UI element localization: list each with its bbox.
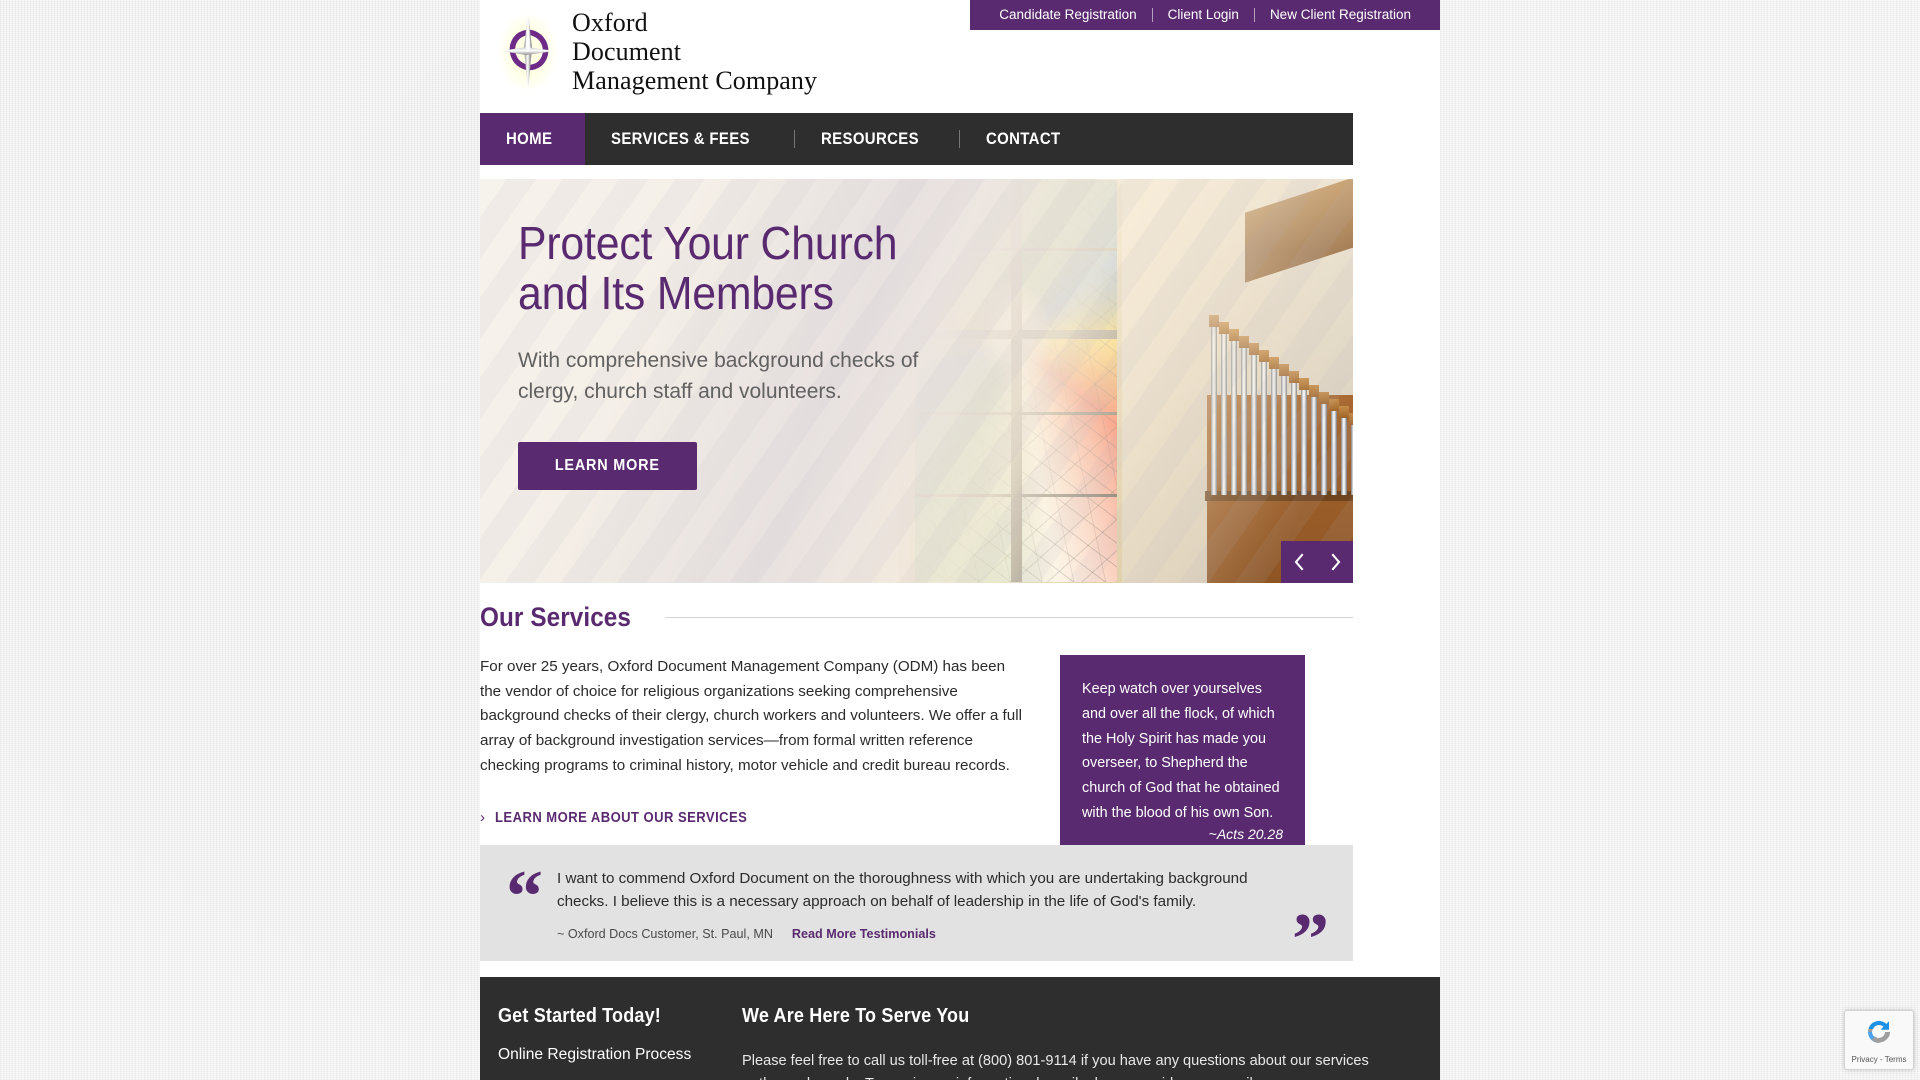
scripture-callout: Keep watch over yourselves and over all …: [1060, 655, 1305, 866]
hero-image-stained-glass: [898, 179, 1353, 583]
logo-line-1: Oxford: [572, 8, 648, 37]
utility-link-candidate-registration[interactable]: Candidate Registration: [984, 0, 1151, 30]
site-logo[interactable]: Oxford Document Management Company: [497, 8, 817, 95]
window-mullion-horizontal: [915, 330, 1117, 339]
scripture-body: Keep watch over yourselves and over all …: [1082, 681, 1280, 821]
organ-pipes: [1205, 305, 1353, 495]
footer-link-online-registration-process[interactable]: Online Registration Process: [498, 1046, 742, 1064]
services-copy: For over 25 years, Oxford Document Manag…: [480, 655, 1060, 866]
window-mullion-horizontal: [915, 494, 1117, 497]
chevron-right-icon: ›: [480, 809, 486, 827]
services-learn-more-link[interactable]: › LEARN MORE ABOUT OUR SERVICES: [480, 809, 775, 826]
nav-item-home-label: HOME: [506, 129, 553, 148]
testimonial-author: ~ Oxford Docs Customer, St. Paul, MN: [557, 926, 773, 941]
testimonial-block: “ I want to commend Oxford Document on t…: [480, 845, 1353, 977]
services-body: For over 25 years, Oxford Document Manag…: [480, 655, 1353, 866]
services-section: Our Services For over 25 years, Oxford D…: [480, 602, 1353, 866]
utility-link-client-login[interactable]: Client Login: [1153, 0, 1254, 30]
nav-item-contact[interactable]: CONTACT: [960, 113, 1097, 165]
recaptcha-label: Privacy - Terms: [1851, 1054, 1907, 1064]
nav-item-contact-label: CONTACT: [985, 129, 1061, 148]
testimonial-text: I want to commend Oxford Document on the…: [557, 870, 1248, 911]
hero-title-line-2: and Its Members: [518, 266, 834, 319]
logo-line-3: Management Company: [572, 66, 818, 96]
utility-nav: Candidate Registration Client Login New …: [970, 0, 1440, 30]
footer-heading-serve-you: We Are Here To Serve You: [742, 1005, 970, 1027]
stained-glass-panes: [915, 180, 1117, 582]
utility-link-new-client-registration[interactable]: New Client Registration: [1255, 0, 1426, 30]
testimonial-body: I want to commend Oxford Document on the…: [557, 867, 1327, 943]
services-heading-row: Our Services: [480, 602, 1353, 633]
quote-open-icon: “: [506, 856, 543, 938]
nav-item-services-and-fees[interactable]: SERVICES & FEES: [585, 113, 795, 165]
hero-title-line-1: Protect Your Church: [518, 217, 898, 269]
window-mullion-horizontal: [915, 248, 1117, 251]
page-wrapper: Candidate Registration Client Login New …: [480, 0, 1440, 1080]
logo-wordmark: Oxford Document Management Company: [572, 8, 817, 95]
quote-close-icon: ”: [1292, 898, 1329, 981]
services-paragraph: For over 25 years, Oxford Document Manag…: [480, 658, 1022, 774]
hero-learn-more-button[interactable]: LEARN MORE: [518, 442, 697, 491]
read-more-testimonials-link[interactable]: Read More Testimonials: [792, 927, 936, 941]
logo-line-2: Document: [572, 37, 682, 67]
services-learn-more-label: LEARN MORE ABOUT OUR SERVICES: [494, 809, 747, 826]
testimonial-meta: ~ Oxford Docs Customer, St. Paul, MN Rea…: [557, 927, 1327, 941]
chevron-left-icon[interactable]: [1281, 541, 1317, 583]
nav-item-resources-label: RESOURCES: [821, 129, 920, 148]
hero-subtitle: With comprehensive background checks of …: [518, 349, 919, 404]
site-footer: Get Started Today! Online Registration P…: [480, 977, 1440, 1080]
scripture-citation: ~Acts 20.28: [1208, 825, 1283, 842]
footer-heading-get-started: Get Started Today!: [498, 1005, 661, 1027]
recaptcha-badge[interactable]: Privacy - Terms: [1844, 1010, 1914, 1070]
scripture-text: Keep watch over yourselves and over all …: [1082, 677, 1283, 846]
heading-rule: [664, 617, 1353, 618]
chevron-right-icon[interactable]: [1317, 541, 1353, 583]
nav-item-home[interactable]: HOME: [480, 113, 585, 165]
content-area: Candidate Registration Client Login New …: [480, 0, 1440, 977]
nav-item-services-and-fees-label: SERVICES & FEES: [610, 129, 750, 148]
services-heading: Our Services: [480, 602, 632, 632]
hero-content: Protect Your Church and Its Members With…: [518, 217, 938, 491]
hero-learn-more-label: LEARN MORE: [554, 457, 660, 475]
compass-star-logo-icon: [497, 10, 559, 94]
main-navigation: HOME SERVICES & FEES RESOURCES CONTACT: [480, 113, 1353, 165]
slider-controls: [1281, 541, 1353, 583]
stained-glass-window: [910, 179, 1122, 583]
footer-paragraph: Please feel free to call us toll-free at…: [742, 1053, 1369, 1080]
nav-item-resources[interactable]: RESOURCES: [795, 113, 958, 165]
window-mullion-vertical: [1011, 180, 1022, 582]
hero-slider: Protect Your Church and Its Members With…: [480, 179, 1353, 583]
recaptcha-icon: [1864, 1017, 1894, 1052]
window-mullion-horizontal: [915, 412, 1117, 415]
footer-column-get-started: Get Started Today! Online Registration P…: [480, 1005, 742, 1080]
hero-title: Protect Your Church and Its Members: [518, 217, 909, 319]
footer-column-serve-you: We Are Here To Serve You Please feel fre…: [742, 1005, 1440, 1080]
